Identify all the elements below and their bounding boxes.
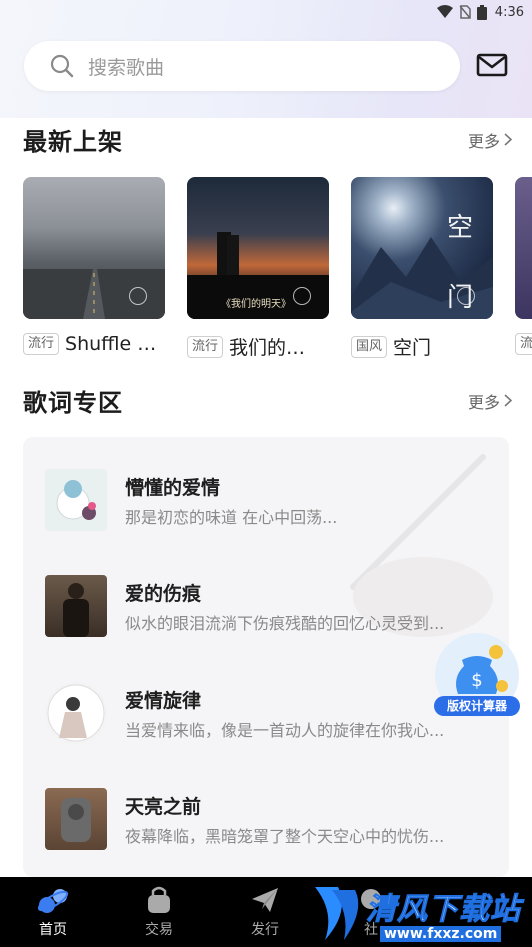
watermark-url: www.fxxz.com <box>380 926 502 942</box>
play-icon[interactable] <box>293 287 311 305</box>
lyric-title: 爱的伤痕 <box>125 583 202 605</box>
watermark-logo-icon <box>315 887 359 940</box>
album-name: Shuffle P... <box>65 333 158 355</box>
chevron-right-icon <box>504 394 512 407</box>
lyric-thumbnail <box>45 575 107 637</box>
album-cover <box>23 177 165 319</box>
genre-tag: 流行 <box>187 335 224 358</box>
lock-bag-icon <box>148 886 170 913</box>
tab-label: 发行 <box>251 922 279 938</box>
album-name: 空门 <box>393 337 432 359</box>
lyric-list-item[interactable]: 爱情旋律 当爱情来临，像是一首动人的旋律在你我心... <box>45 682 485 746</box>
site-watermark: 清风下载站 www.fxxz.com <box>310 880 532 947</box>
lyrics-header: 歌词专区 更多 <box>23 383 512 418</box>
album-name: 我们的明... <box>229 337 322 359</box>
lyric-title: 懵懂的爱情 <box>125 477 221 499</box>
wifi-icon <box>436 5 453 18</box>
chevron-right-icon <box>504 133 512 146</box>
genre-tag: 流行 <box>23 333 60 355</box>
more-label: 更多 <box>467 131 500 151</box>
no-sim-icon <box>459 5 471 19</box>
svg-text:$: $ <box>471 670 482 691</box>
album-cover <box>515 177 532 319</box>
lyric-title: 爱情旋律 <box>125 690 202 712</box>
tab-home[interactable]: 首页 <box>0 877 106 947</box>
paper-plane-icon <box>252 888 278 912</box>
album-card[interactable]: 流 <box>515 177 532 355</box>
status-bar: 4:36 <box>0 0 532 24</box>
album-card[interactable]: 《我们的明天》 流行 我们的明... <box>187 177 329 360</box>
album-cover: 空门 <box>351 177 493 319</box>
album-carousel[interactable]: 流行 Shuffle P... 《我们的明天》 流行 我们的明... 空门 国风… <box>23 177 532 362</box>
search-icon <box>50 54 74 78</box>
album-card[interactable]: 流行 Shuffle P... <box>23 177 165 355</box>
lyric-excerpt: 当爱情来临，像是一首动人的旋律在你我心... <box>125 721 445 740</box>
lyrics-title: 歌词专区 <box>23 389 123 417</box>
search-input[interactable]: 搜索歌曲 <box>24 41 460 91</box>
lyric-list-item[interactable]: 懵懂的爱情 那是初恋的味道 在心中回荡... <box>45 469 485 533</box>
lyric-thumbnail <box>45 682 107 744</box>
genre-tag: 国风 <box>351 335 388 358</box>
watermark-title: 清风下载站 <box>366 892 521 928</box>
home-tab-icon <box>37 889 69 913</box>
lyric-list-item[interactable]: 爱的伤痕 似水的眼泪流淌下伤痕残酷的回忆心灵受到... <box>45 575 485 639</box>
play-icon[interactable] <box>457 287 475 305</box>
lyric-thumbnail <box>45 788 107 850</box>
more-label: 更多 <box>467 392 500 412</box>
lyric-title: 天亮之前 <box>125 796 202 818</box>
cover-caption: 《我们的明天》 <box>221 299 291 310</box>
status-time: 4:36 <box>494 4 524 20</box>
play-icon[interactable] <box>129 287 147 305</box>
album-card[interactable]: 空门 国风 空门 <box>351 177 493 360</box>
copyright-calculator-button[interactable]: $ 版权计算器 <box>432 630 522 720</box>
album-cover: 《我们的明天》 <box>187 177 329 319</box>
tab-publish[interactable]: 发行 <box>212 877 318 947</box>
lyric-thumbnail <box>45 469 107 531</box>
genre-tag: 流 <box>515 333 532 355</box>
tab-trade[interactable]: 交易 <box>106 877 212 947</box>
lyric-list-item[interactable]: 天亮之前 夜幕降临，黑暗笼罩了整个天空心中的忧伤... <box>45 788 485 852</box>
new-releases-header: 最新上架 更多 <box>23 122 512 157</box>
mail-icon[interactable] <box>476 50 510 80</box>
lyric-excerpt: 似水的眼泪流淌下伤痕残酷的回忆心灵受到... <box>125 614 445 633</box>
search-placeholder: 搜索歌曲 <box>88 56 165 79</box>
new-releases-title: 最新上架 <box>23 128 123 156</box>
tab-label: 首页 <box>39 922 67 938</box>
tab-label: 交易 <box>145 922 173 938</box>
new-releases-more-link[interactable]: 更多 <box>468 128 512 152</box>
badge-label: 版权计算器 <box>434 696 520 716</box>
battery-icon <box>476 4 487 20</box>
lyric-excerpt: 那是初恋的味道 在心中回荡... <box>125 508 338 527</box>
lyrics-more-link[interactable]: 更多 <box>468 389 512 413</box>
lyric-excerpt: 夜幕降临，黑暗笼罩了整个天空心中的忧伤... <box>125 827 445 846</box>
